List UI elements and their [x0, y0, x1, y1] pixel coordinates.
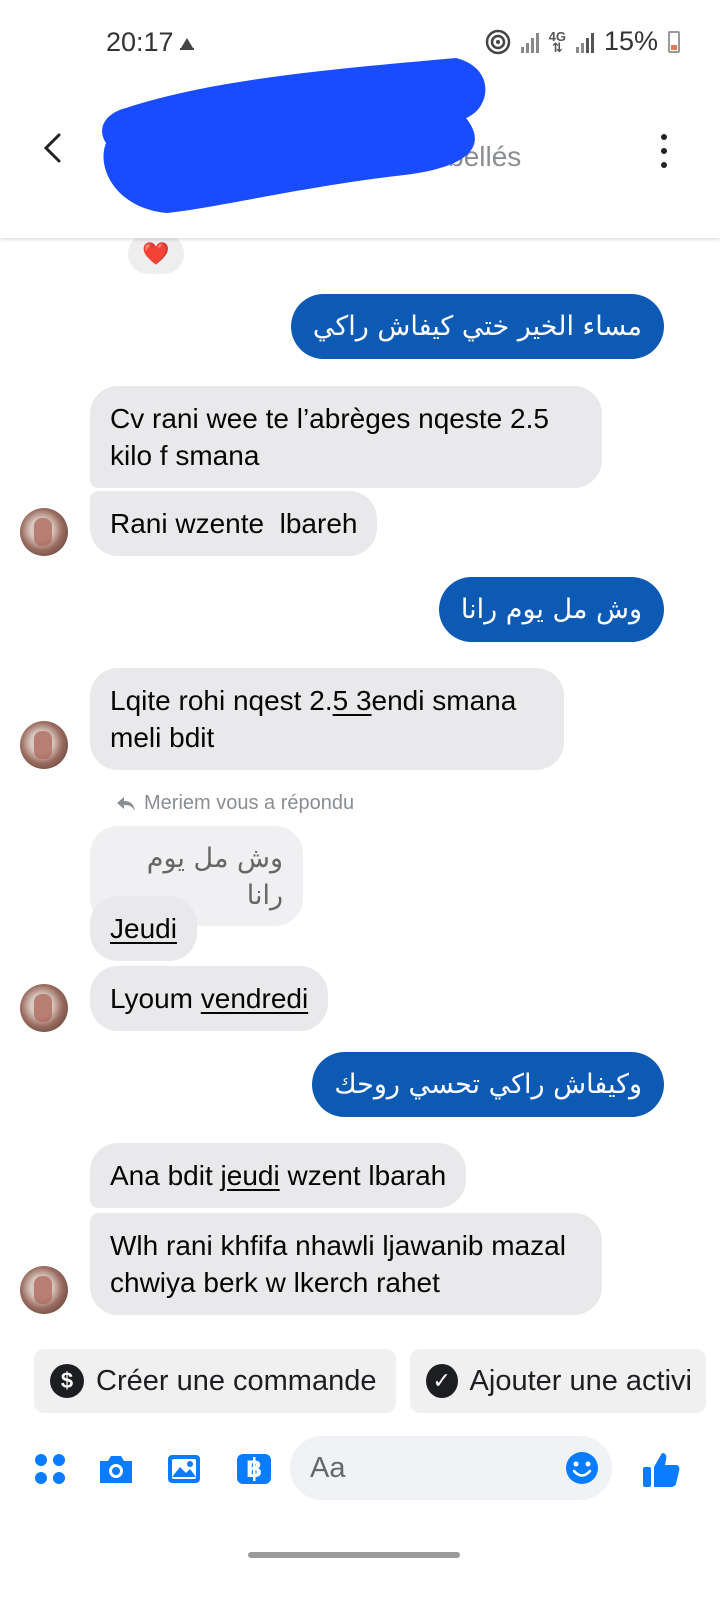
gallery-icon[interactable]: [164, 1449, 204, 1489]
camera-icon[interactable]: [96, 1449, 136, 1489]
message-bubble[interactable]: وكيفاش راكي تحسي روحك: [312, 1052, 664, 1117]
battery-icon: [668, 30, 680, 53]
message-bubble[interactable]: مساء الخير ختي كيفاش راكي: [290, 294, 664, 359]
payment-icon[interactable]: B: [234, 1449, 274, 1489]
reply-icon: [117, 796, 135, 811]
message-text: Lyoum: [110, 983, 201, 1014]
message-link[interactable]: 5 3: [333, 685, 372, 716]
message-input-placeholder: Aa: [310, 1452, 346, 1484]
thumbs-up-icon[interactable]: [640, 1449, 682, 1491]
sender-avatar[interactable]: [20, 721, 68, 769]
message-link[interactable]: Jeudi: [110, 913, 177, 944]
message-text: Ana bdit: [110, 1160, 221, 1191]
message-bubble[interactable]: Cv rani wee te l’abrèges nqeste 2.5 kilo…: [90, 386, 602, 488]
sender-avatar[interactable]: [20, 984, 68, 1032]
message-list[interactable]: ❤️ مساء الخير ختي كيفاش راكي Cv rani wee…: [0, 238, 720, 1358]
message-input[interactable]: Aa: [290, 1436, 612, 1500]
message-text: مساء الخير ختي كيفاش راكي: [312, 311, 642, 342]
message-bubble[interactable]: وش مل يوم رانا: [438, 577, 664, 642]
network-type: 4G ⇅: [548, 28, 566, 55]
chevron-left-icon: [43, 133, 61, 163]
message-bubble[interactable]: Lyoum vendredi: [90, 966, 329, 1031]
message-text: وكيفاش راكي تحسي روحك: [334, 1069, 642, 1100]
quick-actions: $ Créer une commande ✓ Ajouter une activ…: [34, 1349, 706, 1413]
conversation-header: des détails et des libellés: [0, 58, 720, 238]
add-activity-button[interactable]: ✓ Ajouter une activi: [410, 1349, 706, 1413]
message-bubble[interactable]: Lqite rohi nqest 2.5 3endi smana meli bd…: [90, 668, 564, 770]
heart-icon: ❤️: [142, 241, 170, 266]
message-bubble[interactable]: Rani wzente lbareh: [90, 491, 378, 556]
message-text: Wlh rani khfifa nhawli ljawanib mazal ch…: [110, 1230, 566, 1298]
apps-icon[interactable]: [30, 1449, 70, 1489]
message-text: Cv rani wee te l’abrèges nqeste 2.5 kilo…: [110, 403, 549, 471]
home-indicator[interactable]: [248, 1552, 460, 1558]
message-bubble[interactable]: Jeudi: [90, 896, 197, 961]
message-text: Rani wzente lbareh: [110, 508, 358, 539]
message-bubble[interactable]: Ana bdit jeudi wzent lbarah: [90, 1143, 467, 1208]
redaction-mark: [102, 58, 486, 213]
message-text: wzent lbarah: [279, 1160, 447, 1191]
signal-icon-2: [575, 31, 594, 53]
sender-avatar[interactable]: [20, 1266, 68, 1314]
create-order-button[interactable]: $ Créer une commande: [34, 1349, 396, 1413]
reply-label: Meriem vous a répondu: [116, 792, 354, 815]
dollar-icon: $: [50, 1364, 84, 1398]
sender-avatar[interactable]: [20, 508, 68, 556]
more-options-button[interactable]: [654, 134, 674, 168]
message-text: Lqite rohi nqest 2.: [110, 685, 333, 716]
message-bubble[interactable]: Wlh rani khfifa nhawli ljawanib mazal ch…: [90, 1213, 602, 1315]
message-link[interactable]: jeudi: [221, 1160, 280, 1191]
status-indicators: 4G ⇅ 15%: [485, 26, 680, 57]
back-button[interactable]: [34, 130, 70, 166]
message-text: وش مل يوم رانا: [460, 594, 642, 625]
message-link[interactable]: vendredi: [201, 983, 308, 1014]
heart-reaction[interactable]: ❤️: [128, 238, 184, 274]
emoji-icon[interactable]: [564, 1450, 600, 1486]
check-circle-icon: ✓: [426, 1364, 458, 1398]
battery-percent: 15%: [603, 26, 658, 56]
signal-icon: [520, 31, 539, 53]
composer-bar: B Aa: [0, 1420, 720, 1520]
